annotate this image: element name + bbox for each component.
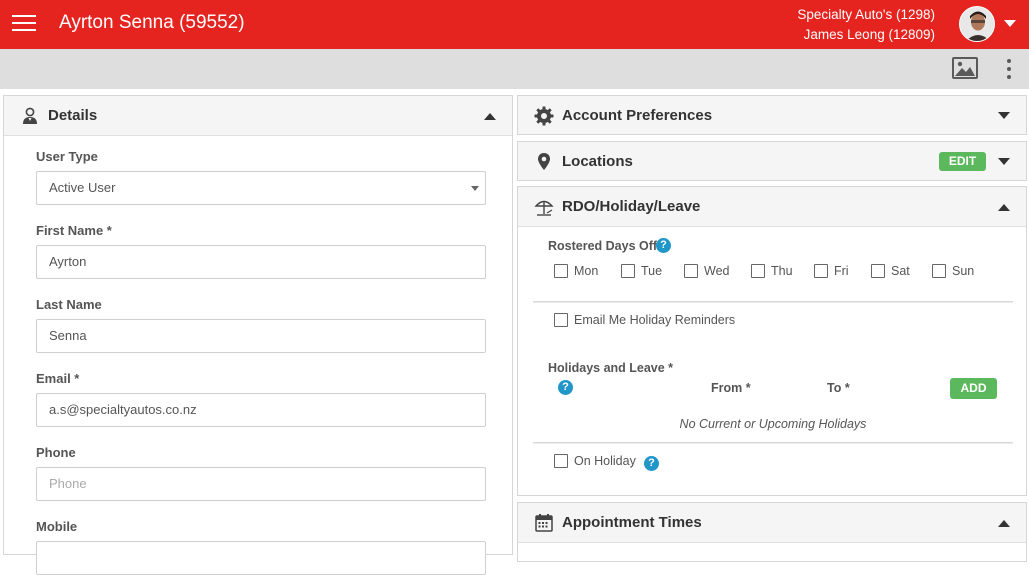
first-name-label: First Name * [36, 223, 112, 238]
chevron-down-icon[interactable] [1004, 20, 1016, 27]
help-icon[interactable]: ? [644, 456, 659, 471]
locations-panel: Locations EDIT [517, 141, 1027, 181]
day-label-sun: Sun [952, 264, 975, 278]
beach-umbrella-icon [534, 200, 554, 216]
page-title: Ayrton Senna (59552) [59, 12, 245, 33]
account-preferences-title: Account Preferences [562, 107, 713, 124]
toolbar [0, 49, 1029, 89]
day-label-tue: Tue [641, 264, 663, 278]
to-column-header: To * [827, 381, 850, 395]
top-bar: Ayrton Senna (59552) Specialty Auto's (1… [0, 0, 1029, 49]
mobile-label: Mobile [36, 519, 78, 534]
rdo-title: RDO/Holiday/Leave [562, 198, 701, 215]
avatar[interactable] [959, 6, 995, 42]
day-checkbox-mon[interactable] [554, 264, 568, 278]
day-checkbox-wed[interactable] [684, 264, 698, 278]
day-label-thu: Thu [771, 264, 793, 278]
user-type-select[interactable]: Active User [36, 171, 486, 205]
first-name-input[interactable]: Ayrton [36, 245, 486, 279]
from-column-header: From * [711, 381, 751, 395]
help-icon[interactable]: ? [558, 380, 573, 395]
hamburger-menu-icon[interactable] [12, 13, 36, 33]
chevron-down-icon[interactable] [998, 158, 1010, 165]
appointment-times-header[interactable]: Appointment Times [518, 503, 1026, 543]
account-preferences-panel: Account Preferences [517, 95, 1027, 135]
chevron-up-icon[interactable] [484, 113, 496, 120]
user-icon [23, 107, 37, 124]
edit-locations-button[interactable]: EDIT [939, 152, 986, 171]
gear-icon [534, 106, 554, 126]
add-holiday-button[interactable]: ADD [950, 378, 997, 399]
user-name: James Leong (12809) [803, 27, 935, 42]
day-checkbox-fri[interactable] [814, 264, 828, 278]
email-input[interactable]: a.s@specialtyautos.co.nz [36, 393, 486, 427]
rdo-header[interactable]: RDO/Holiday/Leave [518, 187, 1026, 227]
last-name-label: Last Name [36, 297, 102, 312]
day-label-fri: Fri [834, 264, 849, 278]
chevron-up-icon[interactable] [998, 520, 1010, 527]
details-panel-header[interactable]: Details [4, 96, 512, 136]
kebab-menu-icon[interactable] [1002, 57, 1016, 81]
empty-holidays-message: No Current or Upcoming Holidays [679, 417, 867, 431]
day-checkbox-tue[interactable] [621, 264, 635, 278]
user-info[interactable]: Specialty Auto's (1298) James Leong (128… [797, 5, 935, 45]
day-checkbox-thu[interactable] [751, 264, 765, 278]
appointment-times-title: Appointment Times [562, 514, 702, 531]
user-type-label: User Type [36, 149, 98, 164]
day-label-mon: Mon [574, 264, 599, 278]
locations-title: Locations [562, 153, 633, 170]
rdo-panel: RDO/Holiday/Leave Rostered Days Off ? Mo… [517, 186, 1027, 496]
divider [533, 301, 1013, 303]
divider [533, 442, 1013, 444]
details-panel: Details User Type Active User First Name… [3, 95, 513, 575]
account-preferences-header[interactable]: Account Preferences [518, 96, 1026, 134]
locations-header[interactable]: Locations EDIT [518, 142, 1026, 180]
email-label: Email * [36, 371, 80, 386]
email-reminders-label: Email Me Holiday Reminders [574, 313, 736, 327]
day-label-sat: Sat [891, 264, 910, 278]
user-type-value: Active User [49, 180, 116, 195]
help-icon[interactable]: ? [656, 238, 671, 253]
holidays-label: Holidays and Leave * [548, 361, 674, 375]
chevron-up-icon[interactable] [998, 204, 1010, 211]
mobile-input[interactable] [36, 541, 486, 575]
company-name: Specialty Auto's (1298) [797, 7, 935, 22]
day-checkbox-sun[interactable] [932, 264, 946, 278]
rostered-days-label: Rostered Days Off [548, 239, 658, 253]
on-holiday-checkbox[interactable] [554, 454, 568, 468]
select-caret-icon [471, 186, 479, 191]
details-title: Details [48, 107, 98, 124]
phone-label: Phone [36, 445, 76, 460]
phone-input[interactable]: Phone [36, 467, 486, 501]
avatar-image [960, 7, 994, 41]
day-checkbox-sat[interactable] [871, 264, 885, 278]
chevron-down-icon[interactable] [998, 112, 1010, 119]
on-holiday-label: On Holiday [574, 454, 636, 468]
calendar-icon [535, 514, 553, 532]
appointment-times-panel: Appointment Times [517, 502, 1027, 562]
email-reminders-checkbox[interactable] [554, 313, 568, 327]
map-pin-icon [538, 153, 550, 170]
day-label-wed: Wed [704, 264, 730, 278]
image-icon[interactable] [952, 57, 978, 79]
last-name-input[interactable]: Senna [36, 319, 486, 353]
